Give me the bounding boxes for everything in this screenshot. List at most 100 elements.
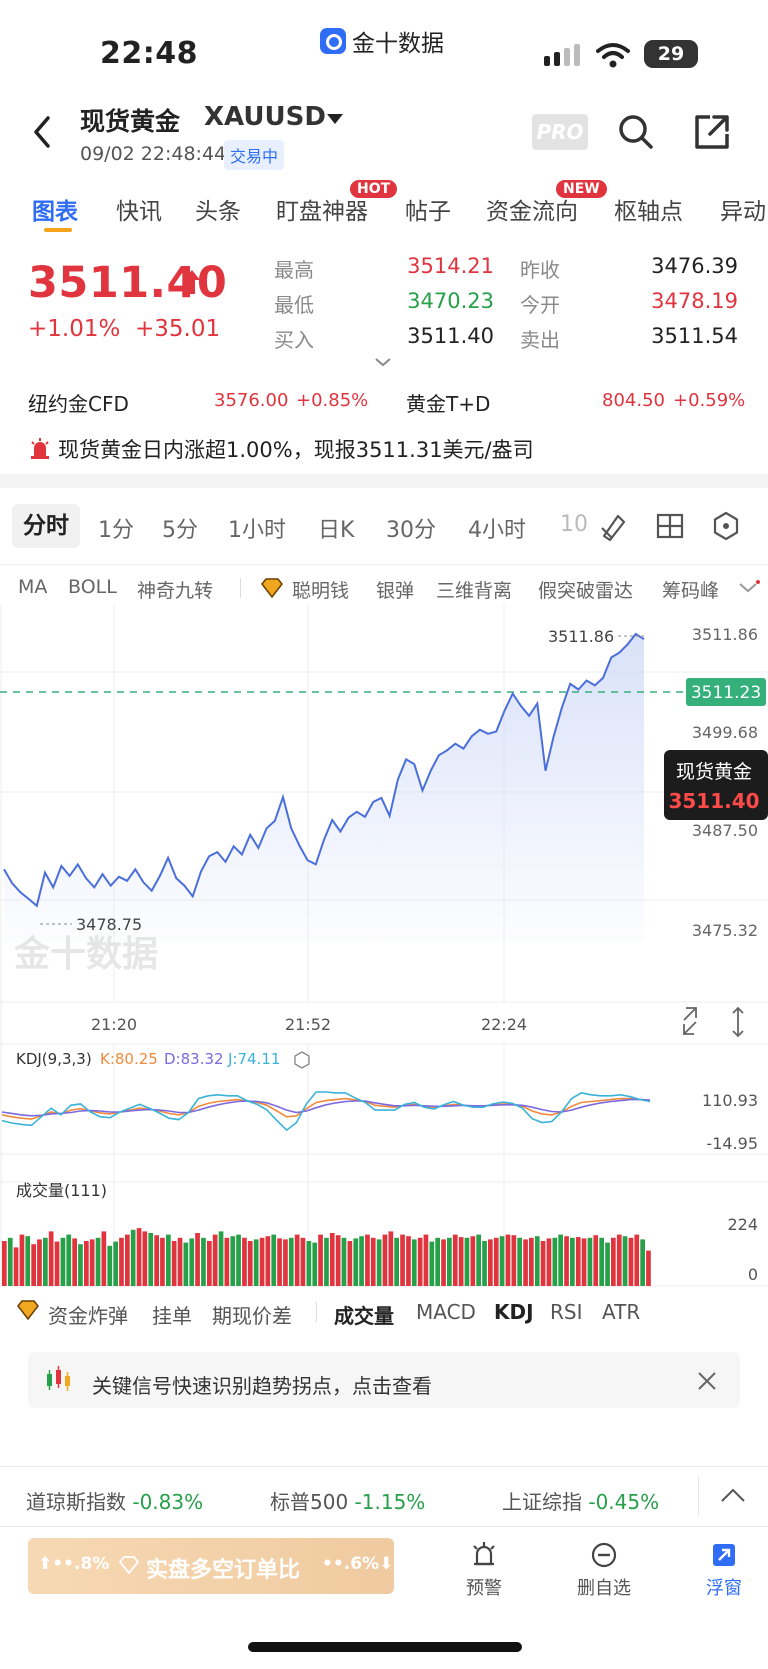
kdj-settings-icon[interactable] — [294, 1051, 310, 1069]
volume-bar — [218, 1231, 224, 1286]
volume-bar — [406, 1236, 411, 1286]
grid-layout-icon[interactable] — [654, 510, 686, 542]
hot-badge: HOT — [350, 180, 398, 198]
tab-posts[interactable]: 帖子 — [405, 192, 451, 226]
alarm-bell-icon — [473, 1542, 495, 1566]
nav-remove-watchlist[interactable]: 删自选 — [564, 1540, 644, 1600]
y-tick-label: 3499.68 — [692, 723, 758, 742]
volume-bar — [570, 1237, 575, 1286]
volume-bar — [540, 1241, 546, 1286]
drawing-tool-icon[interactable] — [598, 510, 630, 542]
expand-indicators-icon[interactable] — [736, 580, 760, 596]
indicator-boll[interactable]: BOLL — [68, 576, 117, 598]
alarm-icon — [31, 438, 49, 459]
instrument-title[interactable]: 现货黄金 — [80, 102, 180, 138]
tab-movements[interactable]: 异动 — [720, 192, 766, 226]
nav-floating-window[interactable]: 浮窗 — [684, 1540, 764, 1600]
chevron-up-icon[interactable] — [720, 1486, 746, 1504]
period-tab-daily[interactable]: 日K — [318, 512, 354, 544]
indicator-false-breakout[interactable]: 假突破雷达 — [538, 576, 633, 603]
period-tab-1h[interactable]: 1小时 — [228, 512, 286, 544]
vertical-scale-icon[interactable] — [732, 1006, 744, 1038]
volume-bar — [341, 1237, 347, 1286]
feature-macd[interactable]: MACD — [416, 1300, 476, 1324]
pro-button[interactable]: PRO — [532, 114, 588, 150]
indicator-smart-money[interactable]: 聪明钱 — [292, 576, 349, 603]
change-percent: +1.01% — [28, 316, 121, 342]
feature-spot-futures-spread[interactable]: 期现价差 — [212, 1300, 292, 1329]
feature-fund-bomb[interactable]: 资金炸弹 — [48, 1300, 128, 1329]
volume-bar — [523, 1239, 528, 1286]
tab-chart[interactable]: 图表 — [32, 192, 78, 226]
fullscreen-icon[interactable] — [683, 1007, 697, 1035]
x-tick-label: 22:24 — [481, 1015, 527, 1034]
index-item[interactable]: 上证综指 -0.45% — [502, 1486, 659, 1515]
volume-bar — [493, 1237, 499, 1286]
y-tick-label: 3487.50 — [692, 821, 758, 840]
volume-bar — [587, 1237, 593, 1286]
volume-bar — [119, 1237, 124, 1286]
close-icon[interactable] — [696, 1370, 718, 1392]
instrument-code[interactable]: XAUUSD — [204, 102, 326, 132]
period-tab-1m[interactable]: 1分 — [98, 512, 134, 544]
volume-bar — [95, 1237, 101, 1286]
volume-bar — [511, 1235, 517, 1286]
volume-bar — [435, 1237, 440, 1286]
indicator-magic-nine[interactable]: 神奇九转 — [137, 576, 213, 603]
index-item[interactable]: 标普500 -1.15% — [270, 1486, 425, 1515]
share-icon[interactable] — [692, 112, 732, 152]
home-indicator — [248, 1642, 522, 1652]
index-item[interactable]: 道琼斯指数 -0.83% — [26, 1486, 203, 1515]
diamond-icon — [118, 1556, 140, 1574]
tab-flash-news[interactable]: 快讯 — [116, 192, 162, 226]
indicator-silver-bullet[interactable]: 银弹 — [376, 576, 414, 603]
indicator-chip-peak[interactable]: 筹码峰 — [662, 576, 719, 603]
volume-bar — [417, 1237, 423, 1286]
volume-bar — [166, 1234, 171, 1286]
signal-icon — [544, 44, 580, 66]
feature-orders[interactable]: 挂单 — [152, 1300, 192, 1329]
volume-bar — [242, 1237, 247, 1286]
candlestick-icon — [47, 1366, 70, 1391]
volume-bar — [476, 1234, 481, 1286]
period-tab-30m[interactable]: 30分 — [386, 512, 436, 544]
volume-bar — [324, 1237, 329, 1286]
period-tab-4h[interactable]: 4小时 — [468, 512, 526, 544]
tab-headlines[interactable]: 头条 — [195, 192, 241, 226]
volume-bar — [300, 1237, 306, 1286]
price-alert-banner[interactable]: 现货黄金日内涨超1.00%，现报3511.31美元/盎司 — [30, 434, 534, 464]
period-tab-intraday[interactable]: 分时 — [12, 504, 80, 548]
price-chart[interactable]: 金十数据 3511.86 3499.68 3487.50 3475.32 351… — [0, 604, 768, 1290]
back-icon[interactable] — [26, 112, 60, 152]
period-tab-5m[interactable]: 5分 — [162, 512, 198, 544]
tab-pivot-points[interactable]: 枢轴点 — [614, 192, 683, 226]
volume-bar — [72, 1238, 77, 1286]
feature-kdj[interactable]: KDJ — [494, 1300, 534, 1324]
related-name[interactable]: 纽约金CFD — [28, 388, 129, 417]
volume-bar — [66, 1234, 72, 1286]
related-name[interactable]: 黄金T+D — [406, 388, 490, 417]
indicator-ma[interactable]: MA — [18, 576, 47, 598]
related-price: 804.50 — [602, 390, 665, 411]
feature-volume[interactable]: 成交量 — [334, 1300, 394, 1329]
volume-bar — [271, 1234, 277, 1286]
status-app-indicator: 金十数据 — [320, 24, 444, 58]
instrument-dropdown-caret-icon[interactable] — [327, 114, 343, 124]
period-tab-more[interactable]: 10 — [560, 512, 588, 537]
volume-bar — [2, 1241, 7, 1286]
expand-chevron-icon[interactable] — [374, 356, 392, 368]
x-tick-label: 21:52 — [285, 1015, 331, 1034]
nav-alert[interactable]: 预警 — [444, 1540, 524, 1600]
search-icon[interactable] — [616, 112, 656, 152]
high-marker-label: 3511.86 — [548, 627, 614, 646]
nav-alert-label: 预警 — [466, 1578, 502, 1599]
long-ratio-value: ••.8% — [52, 1554, 110, 1574]
ask-label: 卖出 — [520, 328, 560, 352]
feature-rsi[interactable]: RSI — [550, 1300, 583, 1324]
indicator-3d-divergence[interactable]: 三维背离 — [436, 576, 512, 603]
trading-status-badge: 交易中 — [224, 140, 285, 170]
volume-bar — [306, 1241, 312, 1286]
volume-bar — [148, 1233, 154, 1286]
feature-atr[interactable]: ATR — [602, 1300, 640, 1324]
settings-hex-icon[interactable] — [710, 510, 742, 542]
